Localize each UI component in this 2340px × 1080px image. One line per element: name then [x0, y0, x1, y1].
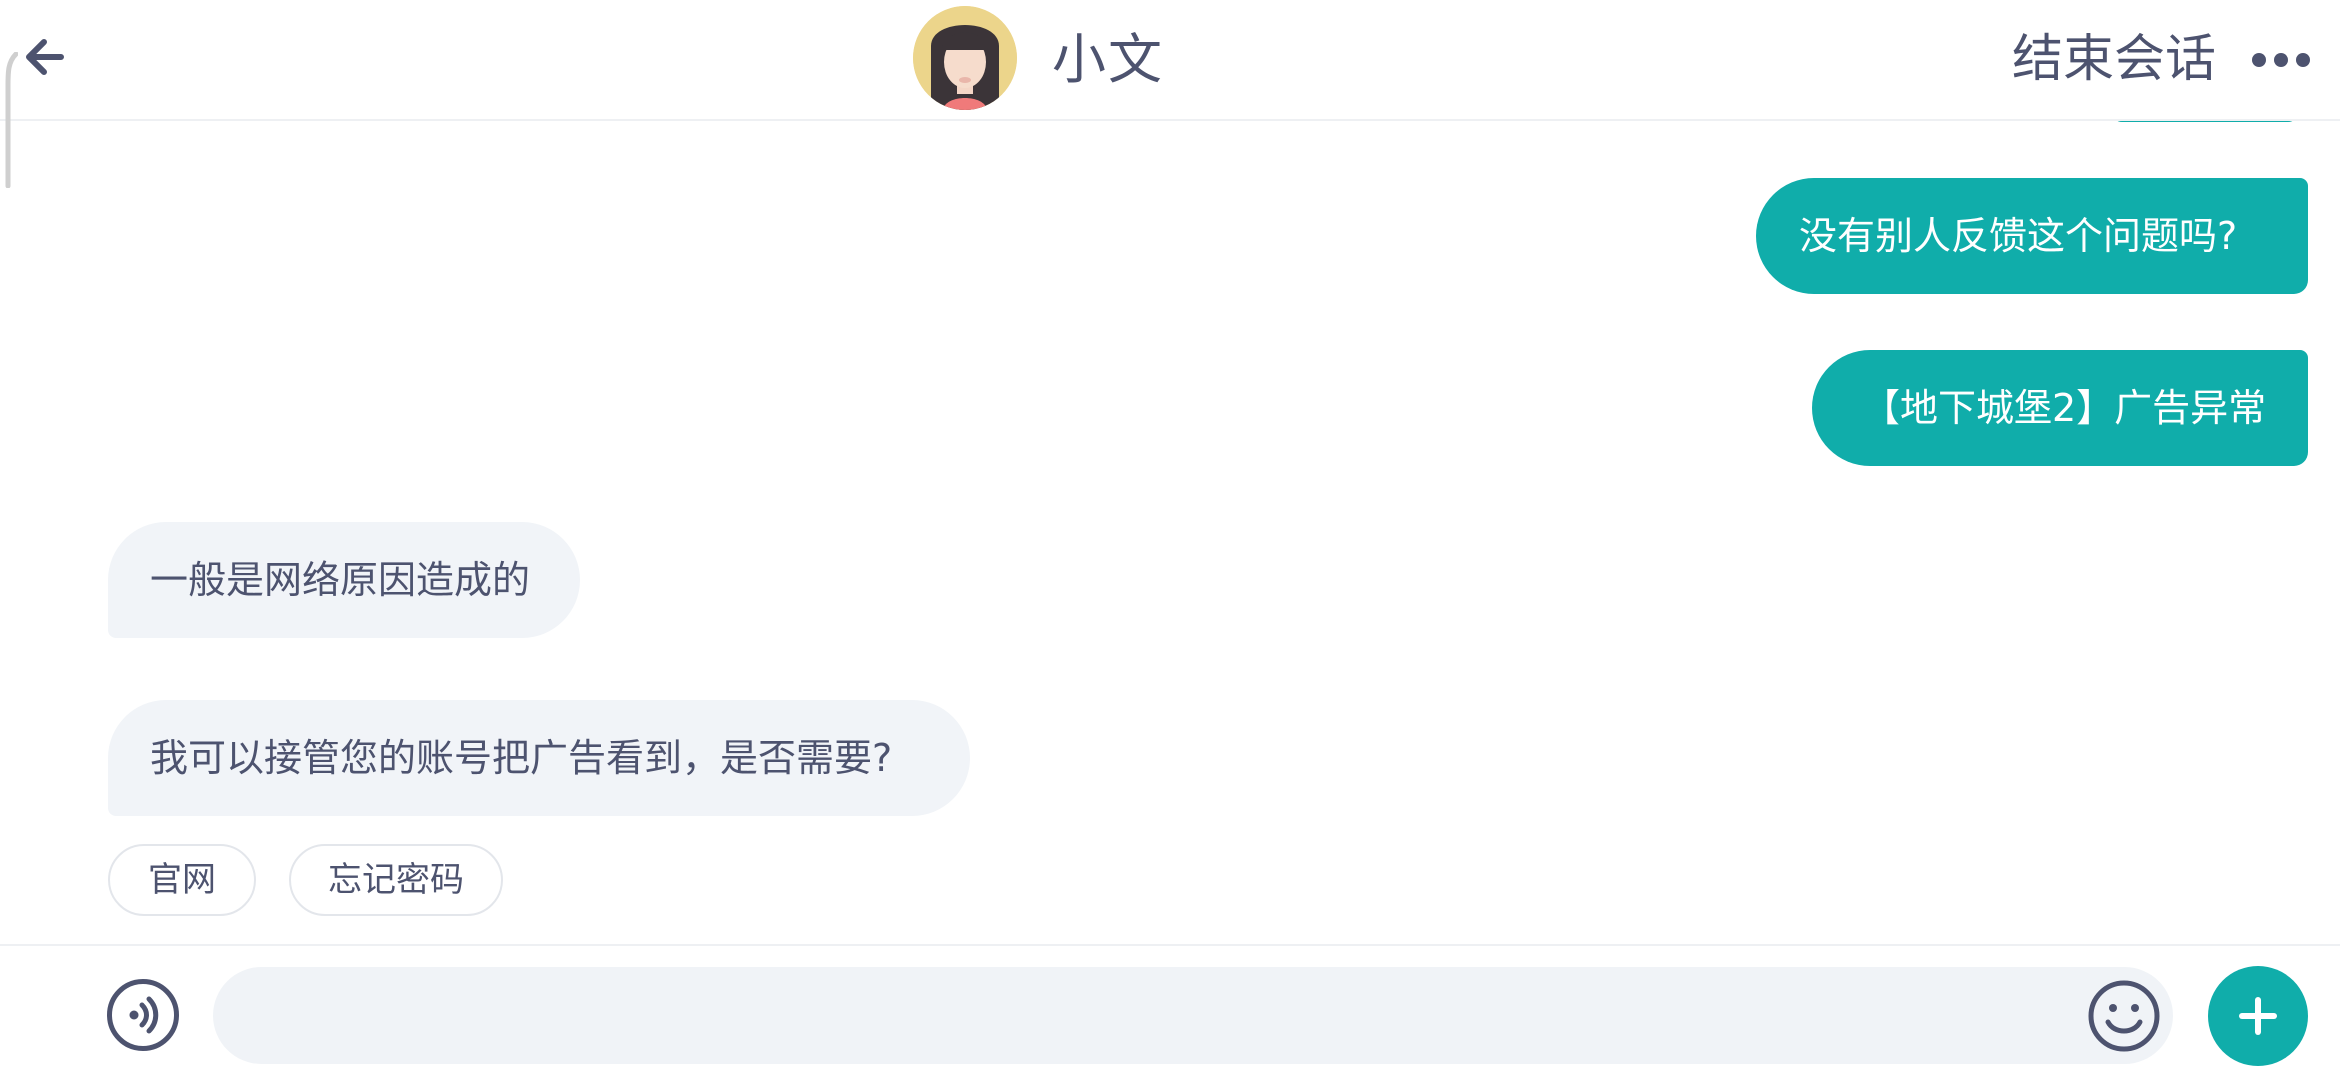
arrow-left-icon: [26, 39, 64, 75]
incoming-message: 一般是网络原因造成的: [108, 522, 580, 638]
voice-input-button[interactable]: [107, 979, 179, 1051]
emoji-button[interactable]: [2087, 979, 2161, 1053]
voice-icon: [129, 996, 159, 1034]
outgoing-message: 没有别人反馈这个问题吗?: [1756, 178, 2308, 294]
more-dots-icon-dot: [2274, 53, 2288, 67]
more-dots-icon-dot: [2296, 53, 2310, 67]
end-session-button[interactable]: 结束会话: [2012, 24, 2216, 96]
more-dots-icon: [2252, 53, 2266, 67]
outgoing-message: 【地下城堡2】广告异常: [1812, 350, 2308, 466]
agent-avatar: [913, 6, 1017, 110]
message-input[interactable]: [213, 967, 2173, 1064]
agent-name: 小文: [1052, 28, 1164, 91]
swipe-back-indicator: [4, 51, 19, 189]
more-options-button[interactable]: [2246, 36, 2316, 84]
message-input-bar: [0, 944, 2340, 1080]
quick-reply-forgot-password[interactable]: 忘记密码: [289, 844, 503, 916]
back-button[interactable]: [14, 22, 78, 100]
emoji-icon: [2088, 980, 2160, 1052]
incoming-message: 我可以接管您的账号把广告看到，是否需要?: [108, 700, 970, 816]
plus-button[interactable]: [2208, 966, 2308, 1066]
chat-screen: 小文 结束会话 没有别人反馈这个问题吗? 【地下城堡2】广告异常 一般是网络原因…: [0, 0, 2340, 1080]
chat-header: 小文 结束会话: [0, 0, 2340, 121]
quick-reply-official-site[interactable]: 官网: [108, 844, 256, 916]
